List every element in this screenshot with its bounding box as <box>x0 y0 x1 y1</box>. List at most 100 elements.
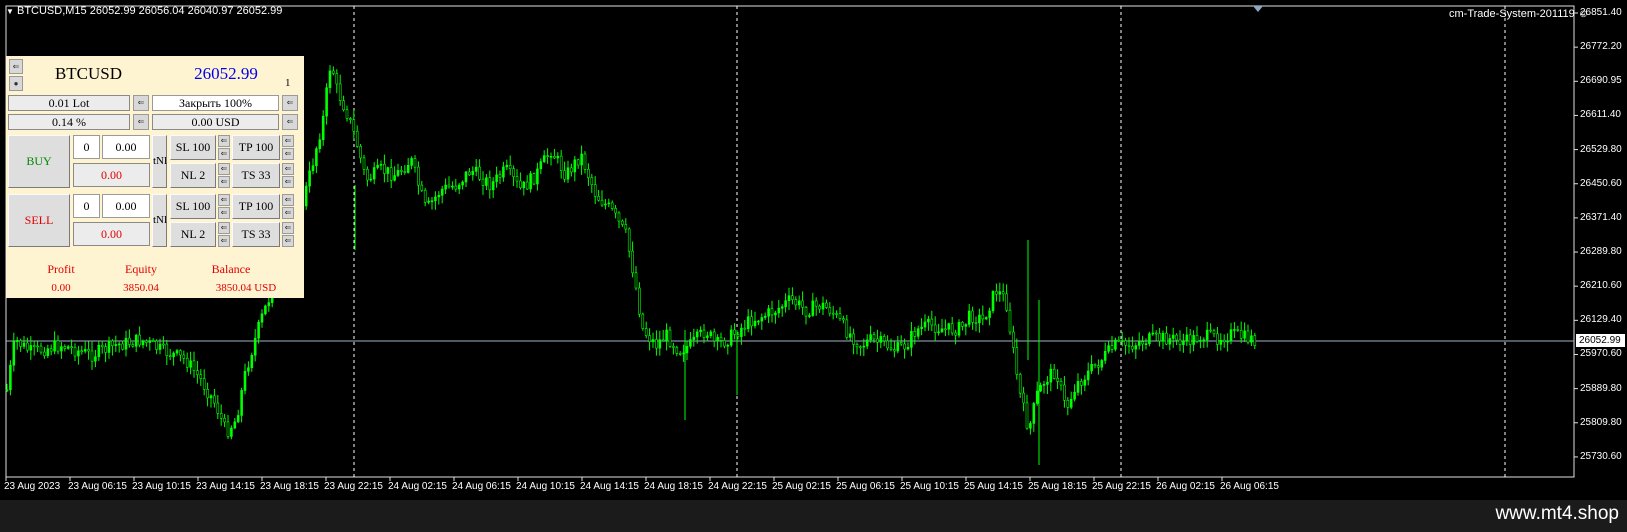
candle-body <box>87 349 90 352</box>
candle-body <box>559 155 563 171</box>
candle-body <box>729 329 733 346</box>
candle-body <box>886 340 889 349</box>
buy-count-field[interactable]: 0 <box>73 135 100 159</box>
sell-tp-button[interactable]: TP 100 <box>232 194 280 219</box>
time-axis-label: 23 Aug 2023 <box>4 481 61 492</box>
price-axis-label: 26690.95 <box>1580 75 1622 87</box>
risk-arrow-icon[interactable]: ⇐ <box>133 114 149 130</box>
sell-button[interactable]: SELL <box>8 194 70 247</box>
candle-body <box>471 171 475 176</box>
sell-profit-field: 0.00 <box>73 222 150 246</box>
candle-body <box>369 178 373 181</box>
buy-tp-button[interactable]: TP 100 <box>232 135 280 160</box>
candle-body <box>1066 399 1070 408</box>
sell-sl-arrow-icon[interactable]: ⇐ <box>218 194 230 206</box>
shift-marker-icon <box>1253 6 1263 12</box>
buy-tn-button[interactable]: tNl <box>152 135 167 188</box>
candle-body <box>362 157 366 170</box>
close-arrow-icon[interactable]: ⇐ <box>282 95 298 111</box>
time-axis-label: 25 Aug 18:15 <box>1028 481 1087 492</box>
time-axis-label: 24 Aug 02:15 <box>388 481 447 492</box>
lot-field[interactable]: 0.01 Lot <box>8 95 130 111</box>
buy-nl-arrow2-icon[interactable]: ⇐ <box>218 176 230 188</box>
candle-body <box>1052 368 1056 379</box>
buy-volume-field[interactable]: 0.00 <box>102 135 150 159</box>
candle-body <box>573 159 577 173</box>
candle-body <box>515 176 519 182</box>
time-axis-label: 24 Aug 22:15 <box>708 481 767 492</box>
candle-body <box>944 328 947 331</box>
candle-body <box>876 338 879 343</box>
buy-nl-arrow-icon[interactable]: ⇐ <box>218 163 230 175</box>
close-percent-button[interactable]: Закрыть 100% <box>152 95 279 111</box>
candle-body <box>267 302 271 307</box>
risk-percent-field[interactable]: 0.14 % <box>8 114 130 130</box>
price-axis-label: 26210.60 <box>1580 280 1622 292</box>
sell-count-field[interactable]: 0 <box>73 194 100 218</box>
drop-icon[interactable]: ● <box>9 76 23 91</box>
sell-ts-arrow-icon[interactable]: ⇐ <box>282 222 294 234</box>
buy-nl-button[interactable]: NL 2 <box>170 163 216 188</box>
sell-nl-button[interactable]: NL 2 <box>170 222 216 247</box>
sell-ts-button[interactable]: TS 33 <box>232 222 280 247</box>
candle-body <box>80 350 84 353</box>
candle-body <box>522 181 526 189</box>
candle-body <box>172 352 175 358</box>
usd-value-field[interactable]: 0.00 USD <box>152 114 279 130</box>
sell-sl-arrow2-icon[interactable]: ⇐ <box>218 207 230 219</box>
profit-value: 0.00 <box>51 282 71 294</box>
buy-tp-arrow-icon[interactable]: ⇐ <box>282 135 294 147</box>
buy-sl-arrow2-icon[interactable]: ⇐ <box>218 148 230 160</box>
buy-ts-button[interactable]: TS 33 <box>232 163 280 188</box>
lot-arrow-icon[interactable]: ⇐ <box>133 95 149 111</box>
candle-body <box>22 342 26 347</box>
candle-body <box>1216 333 1219 345</box>
buy-tp-arrow2-icon[interactable]: ⇐ <box>282 148 294 160</box>
buy-ts-arrow-icon[interactable]: ⇐ <box>282 163 294 175</box>
dropdown-arrow-icon[interactable]: ▼ <box>6 7 14 16</box>
candle-body <box>1141 341 1144 345</box>
candle-body <box>539 161 543 170</box>
candle-body <box>512 168 515 177</box>
price-axis-label: 26772.20 <box>1580 41 1622 53</box>
candle-body <box>182 354 186 359</box>
arrow-icon[interactable]: ⇐ <box>9 59 23 74</box>
candle-body <box>454 185 458 190</box>
candle-body <box>1171 334 1175 339</box>
symbol-label: BTCUSD <box>25 56 152 93</box>
time-axis-label: 24 Aug 06:15 <box>452 481 511 492</box>
sell-sl-button[interactable]: SL 100 <box>170 194 216 219</box>
candle-body <box>576 159 580 166</box>
buy-button[interactable]: BUY <box>8 135 70 188</box>
candle-body <box>801 300 804 308</box>
candle-body <box>556 155 560 159</box>
buy-ts-arrow2-icon[interactable]: ⇐ <box>282 176 294 188</box>
chart-window[interactable]: ▼ BTCUSD,M15 26052.99 26056.04 26040.97 … <box>0 0 1627 500</box>
candle-body <box>185 357 189 368</box>
buy-sl-button[interactable]: SL 100 <box>170 135 216 160</box>
sell-ts-arrow2-icon[interactable]: ⇐ <box>282 235 294 247</box>
sell-tn-button[interactable]: tNl <box>152 194 167 247</box>
usd-arrow-icon[interactable]: ⇐ <box>282 114 298 130</box>
sell-nl-arrow-icon[interactable]: ⇐ <box>218 222 230 234</box>
candle-body <box>808 315 811 317</box>
sell-nl-arrow2-icon[interactable]: ⇐ <box>218 235 230 247</box>
buy-sl-arrow-icon[interactable]: ⇐ <box>218 135 230 147</box>
sell-volume-field[interactable]: 0.00 <box>102 194 150 218</box>
candle-body <box>794 299 798 306</box>
candle-body <box>563 170 566 180</box>
candle-body <box>1073 392 1076 400</box>
candle-body <box>1124 340 1127 346</box>
current-price-label: 26052.99 <box>1576 334 1625 347</box>
buy-profit-field: 0.00 <box>73 163 150 187</box>
trade-panel: ⇐ ● BTCUSD 26052.99 1 0.01 Lot ⇐ Закрыть… <box>6 56 304 298</box>
candle-body <box>46 348 50 356</box>
candle-body <box>508 165 512 169</box>
sell-tp-arrow2-icon[interactable]: ⇐ <box>282 207 294 219</box>
candle-body <box>495 174 498 182</box>
sell-tp-arrow-icon[interactable]: ⇐ <box>282 194 294 206</box>
candle-body <box>855 344 859 348</box>
candle-body <box>39 345 43 353</box>
price-axis-label: 26611.40 <box>1580 109 1621 121</box>
candle-body <box>19 340 22 347</box>
